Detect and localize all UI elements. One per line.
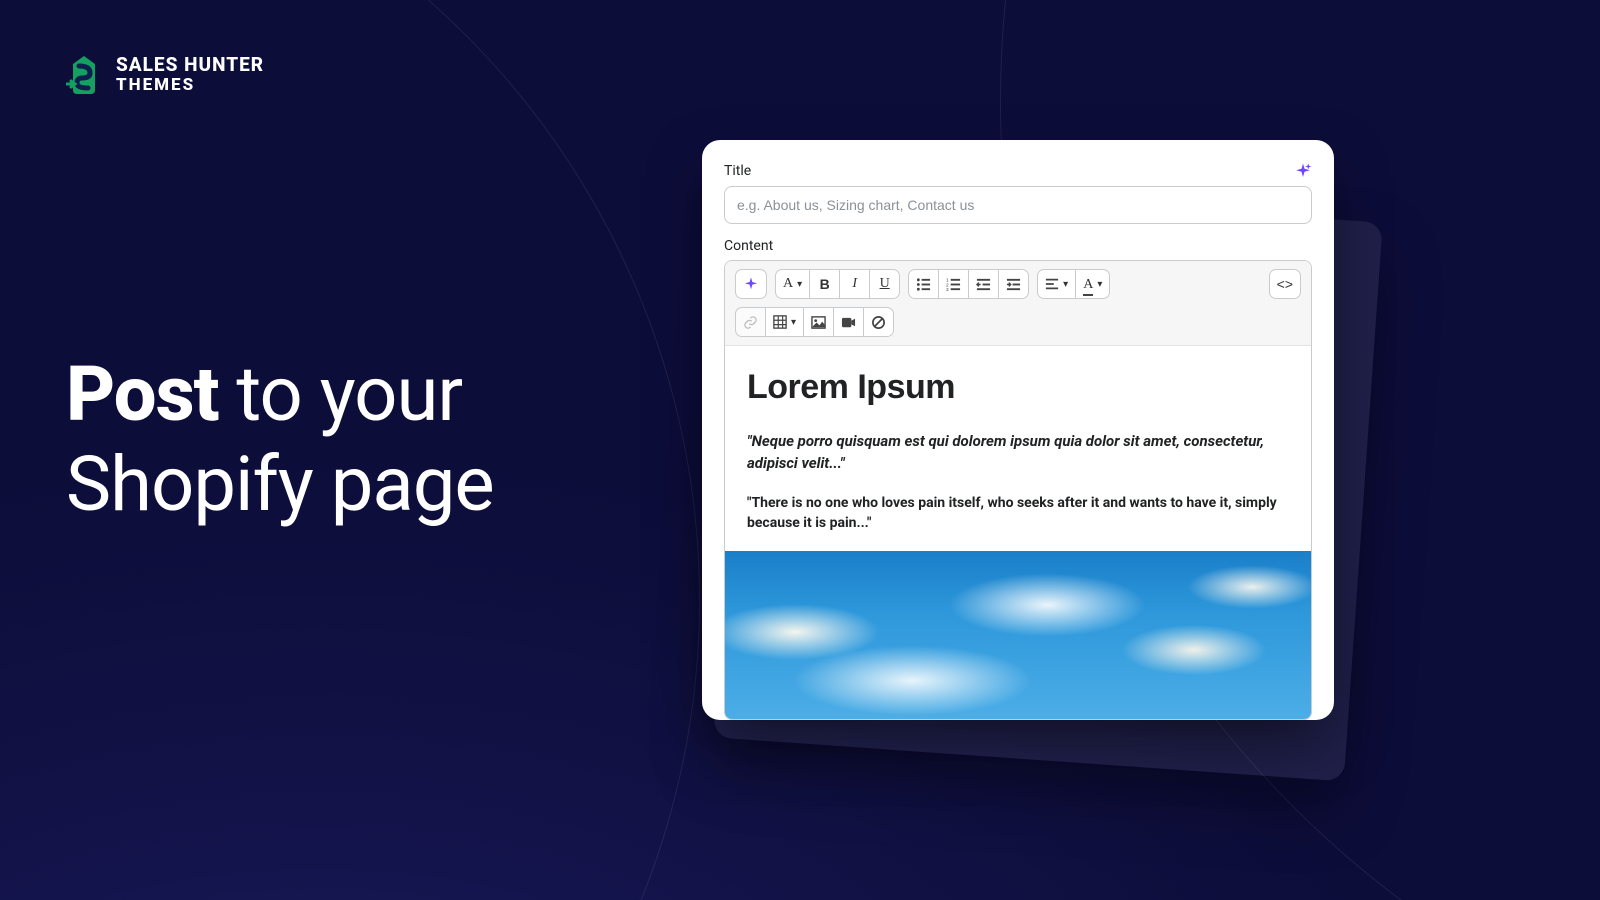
table-dropdown[interactable]: ▾ <box>766 307 804 337</box>
marketing-headline: Post to your Shopify page <box>66 350 494 529</box>
brand-name-line2: THEMES <box>116 76 264 96</box>
italic-button[interactable]: I <box>840 269 870 299</box>
numbered-list-button[interactable]: 123 <box>939 269 969 299</box>
underline-button[interactable]: U <box>870 269 900 299</box>
insert-image-button[interactable] <box>804 307 834 337</box>
svg-text:3: 3 <box>946 287 949 292</box>
link-button[interactable] <box>735 307 766 337</box>
ai-assist-button[interactable] <box>735 269 767 299</box>
title-label: Title <box>724 163 751 179</box>
editor-content-area[interactable]: Lorem Ipsum "Neque porro quisquam est qu… <box>725 346 1311 719</box>
list-indent-group: 123 <box>908 269 1029 299</box>
rich-text-editor: A▾ B I U 123 <box>724 260 1312 720</box>
editor-toolbar: A▾ B I U 123 <box>725 261 1311 346</box>
document-heading: Lorem Ipsum <box>747 368 1289 407</box>
page-editor-card: Title Content A▾ B I U <box>702 140 1334 720</box>
editor-card-stack: Title Content A▾ B I U <box>702 140 1340 720</box>
clear-formatting-button[interactable] <box>864 307 894 337</box>
bold-button[interactable]: B <box>810 269 840 299</box>
insert-video-button[interactable] <box>834 307 864 337</box>
content-label: Content <box>724 238 1312 254</box>
brand-logo: SALES HUNTER THEMES <box>66 54 264 96</box>
document-quote-italic: "Neque porro quisquam est qui dolorem ip… <box>747 431 1289 475</box>
font-family-dropdown[interactable]: A▾ <box>775 269 810 299</box>
html-source-button[interactable]: <> <box>1269 269 1301 299</box>
indent-button[interactable] <box>999 269 1029 299</box>
outdent-button[interactable] <box>969 269 999 299</box>
title-input[interactable] <box>724 186 1312 224</box>
bullet-list-button[interactable] <box>908 269 939 299</box>
insert-group: ▾ <box>735 307 894 337</box>
brand-logo-icon <box>66 54 102 96</box>
align-color-group: ▾ A ▾ <box>1037 269 1110 299</box>
brand-name-line1: SALES HUNTER <box>116 54 264 76</box>
document-quote: "There is no one who loves pain itself, … <box>747 493 1289 534</box>
document-image-sky <box>725 551 1311 719</box>
headline-part1: to your <box>219 349 463 439</box>
text-align-dropdown[interactable]: ▾ <box>1037 269 1076 299</box>
headline-bold: Post <box>66 349 219 439</box>
font-style-group: A▾ B I U <box>775 269 900 299</box>
headline-part2: Shopify page <box>66 439 494 529</box>
text-color-dropdown[interactable]: A ▾ <box>1076 269 1110 299</box>
ai-sparkle-icon[interactable] <box>1294 162 1312 180</box>
